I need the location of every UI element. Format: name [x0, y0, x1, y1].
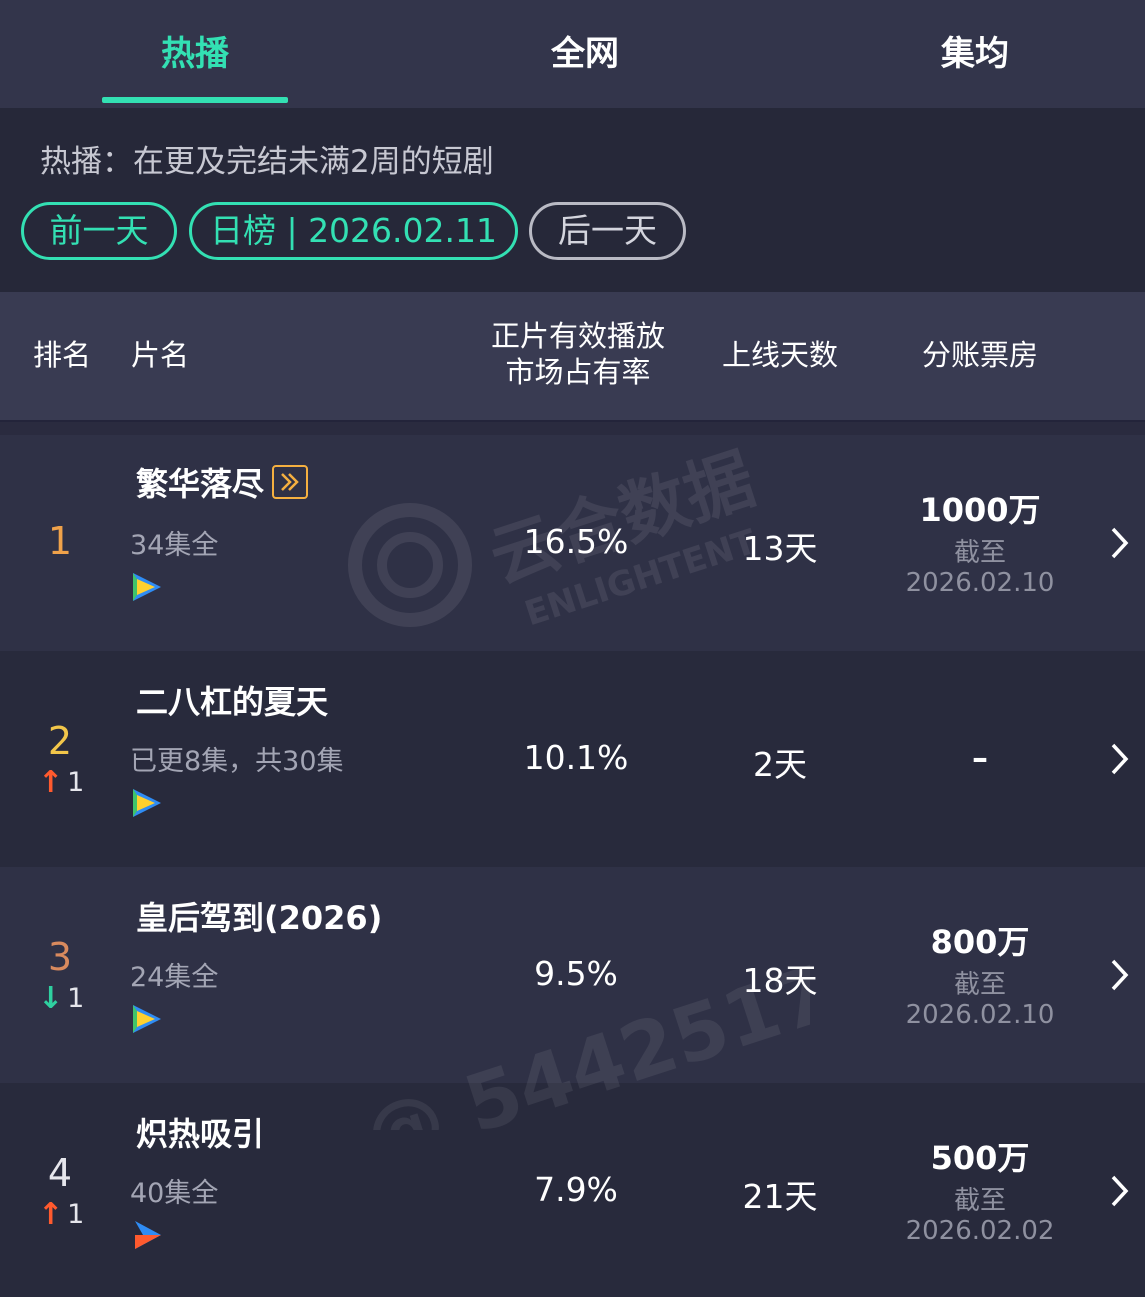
rank-change-value: 1	[67, 983, 85, 1014]
fast-forward-badge-icon	[272, 465, 309, 499]
drama-title-text: 繁华落尽	[136, 465, 265, 503]
drama-title: 繁华落尽	[136, 459, 309, 505]
rank-number: 4	[47, 1151, 73, 1195]
chevron-right-icon[interactable]	[1108, 523, 1132, 563]
market-share: 10.1%	[523, 738, 629, 777]
days-online: 13天	[742, 529, 818, 568]
market-share: 16.5%	[523, 522, 629, 561]
rank-number: 1	[47, 519, 73, 563]
arrow-up-icon: ↑	[38, 764, 64, 800]
rank-change: ↑ 1	[38, 1199, 98, 1230]
as-of-date: 2026.02.02	[905, 1216, 1055, 1246]
arrow-down-icon: ↓	[38, 980, 64, 1016]
active-tab-indicator	[102, 97, 288, 103]
header-name: 片名	[130, 338, 189, 372]
rank-change: ↓ 1	[38, 983, 98, 1014]
boxoffice-value: –	[972, 739, 988, 777]
days-online: 2天	[753, 745, 807, 784]
next-day-button[interactable]: 后一天	[529, 202, 686, 260]
boxoffice-value: 500万	[930, 1139, 1030, 1177]
rank-change-value: 1	[67, 1199, 85, 1230]
drama-title-text: 皇后驾到(2026)	[136, 899, 383, 937]
drama-title-text: 炽热吸引	[136, 1115, 265, 1153]
tab-hot[interactable]: 热播	[95, 26, 295, 75]
chevron-right-icon[interactable]	[1108, 739, 1132, 779]
tencent-video-icon	[133, 573, 161, 601]
chevron-right-icon[interactable]	[1108, 955, 1132, 995]
tencent-video-icon	[133, 789, 161, 817]
table-row[interactable]: 3 ↓ 1 皇后驾到(2026) 24集全 9.5% 18天 800万 截至 2…	[0, 867, 1145, 1083]
boxoffice-value: 800万	[930, 923, 1030, 961]
drama-title-text: 二八杠的夏天	[136, 683, 329, 721]
rank-change: ↑ 1	[38, 767, 98, 798]
top-tabs: 热播 全网 集均	[0, 0, 1145, 108]
days-online: 21天	[742, 1177, 818, 1216]
drama-title: 皇后驾到(2026)	[136, 893, 382, 939]
chevron-right-icon[interactable]	[1108, 1171, 1132, 1211]
as-of-date: 2026.02.10	[905, 568, 1055, 598]
as-of-label: 截至	[953, 1186, 1006, 1216]
header-days: 上线天数	[721, 338, 838, 372]
drama-title: 炽热吸引	[136, 1109, 264, 1155]
tencent-video-icon	[133, 1005, 161, 1033]
table-row[interactable]: 2 ↑ 1 二八杠的夏天 已更8集，共30集 10.1% 2天 –	[0, 651, 1145, 867]
market-share: 9.5%	[534, 954, 618, 993]
rank-change-value: 1	[67, 767, 85, 798]
episode-info: 已更8集，共30集	[130, 746, 344, 777]
youku-icon	[135, 1221, 161, 1249]
table-row[interactable]: 1 繁华落尽 34集全 16.5% 13天 1000万 截至 2026.02.1…	[0, 435, 1145, 651]
header-share-line2: 市场占有率	[505, 355, 651, 389]
header-share-line1: 正片有效播放	[490, 319, 665, 353]
tab-network[interactable]: 全网	[485, 26, 685, 75]
filter-description: 热播：在更及完结未满2周的短剧	[40, 144, 494, 180]
table-header: 排名 片名 正片有效播放 市场占有率 上线天数 分账票房	[0, 292, 1145, 422]
filter-bar: 热播：在更及完结未满2周的短剧 前一天 日榜 | 2026.02.11 后一天	[0, 108, 1145, 292]
episode-info: 40集全	[130, 1178, 219, 1209]
days-online: 18天	[742, 961, 818, 1000]
episode-info: 34集全	[130, 530, 219, 561]
arrow-up-icon: ↑	[38, 1196, 64, 1232]
header-boxoffice: 分账票房	[921, 338, 1038, 372]
prev-day-button[interactable]: 前一天	[21, 202, 177, 260]
tab-episode-avg[interactable]: 集均	[875, 26, 1075, 75]
as-of-date: 2026.02.10	[905, 1000, 1055, 1030]
episode-info: 24集全	[130, 962, 219, 993]
current-date-button[interactable]: 日榜 | 2026.02.11	[189, 202, 518, 260]
boxoffice-value: 1000万	[919, 491, 1041, 529]
market-share: 7.9%	[534, 1170, 618, 1209]
rank-number: 3	[47, 935, 73, 979]
table-row[interactable]: 4 ↑ 1 炽热吸引 40集全 7.9% 21天 500万 截至 2026.02…	[0, 1083, 1145, 1297]
as-of-label: 截至	[953, 538, 1006, 568]
as-of-label: 截至	[953, 970, 1006, 1000]
drama-title: 二八杠的夏天	[136, 677, 328, 723]
rank-number: 2	[47, 719, 73, 763]
header-rank: 排名	[32, 338, 91, 372]
